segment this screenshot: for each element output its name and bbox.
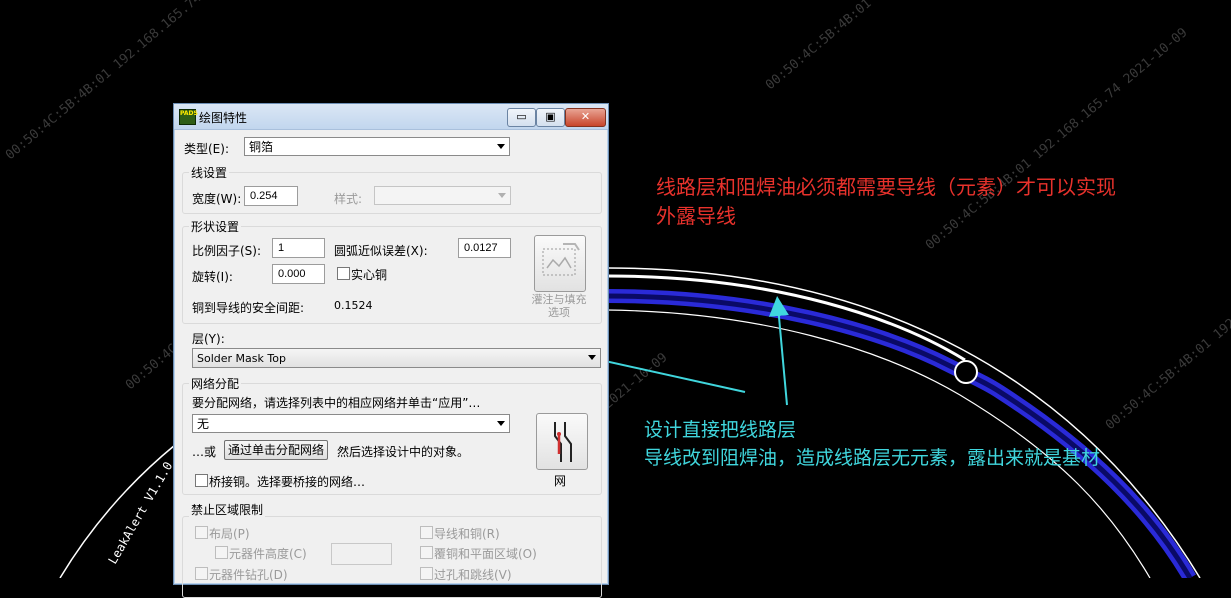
pour-options-label: 灌注与填充 选项 — [527, 293, 591, 319]
annotation-red-line1: 线路层和阻焊油必须都需要导线（元素）才可以实现 — [656, 175, 1116, 199]
net-assign-title: 网络分配 — [189, 375, 242, 392]
chevron-down-icon — [588, 355, 596, 360]
keepout-title: 禁止区域限制 — [189, 501, 266, 518]
type-select-value: 铜箔 — [249, 140, 274, 154]
vias-jumpers-checkbox[interactable] — [420, 567, 433, 580]
width-label: 宽度(W): — [192, 192, 242, 206]
shape-settings-title: 形状设置 — [189, 218, 242, 235]
bridge-copper-label: 桥接铜。选择要桥接的网络… — [209, 475, 366, 489]
annotation-red: 线路层和阻焊油必须都需要导线（元素）才可以实现 外露导线 — [656, 173, 1116, 231]
layer-label: 层(Y): — [192, 332, 225, 346]
arrow-to-trace — [768, 296, 789, 406]
annotation-cyan-line1: 设计直接把线路层 — [644, 419, 797, 441]
net-select[interactable]: 无 — [192, 414, 510, 433]
minimize-button[interactable]: ▭ — [507, 108, 536, 127]
line-settings-title: 线设置 — [189, 164, 230, 181]
then-select-label: 然后选择设计中的对象。 — [337, 445, 470, 459]
drawing-properties-dialog: PADS 绘图特性 ▭ ▣ ✕ 类型(E): 铜箔 线设置 宽度(W): 样式:… — [173, 103, 609, 598]
clearance-value: 0.1524 — [334, 299, 373, 312]
watermark-text: 00:50:4C:5B:4B:01 192.168.165.74 2021-10… — [1103, 205, 1231, 433]
component-height-checkbox[interactable] — [215, 546, 228, 559]
type-select[interactable]: 铜箔 — [244, 137, 510, 156]
watermark-text: 00:50:4C:5B:4B:01 192.168.165.74 2021-10… — [763, 0, 1030, 93]
clearance-label: 铜到导线的安全间距: — [192, 301, 305, 315]
rotation-input[interactable] — [272, 264, 325, 284]
scale-input[interactable] — [272, 238, 325, 258]
pour-options-button[interactable] — [534, 235, 586, 292]
pour-fill-icon — [542, 243, 580, 276]
width-input[interactable] — [244, 186, 298, 206]
net-button-label: 网 — [554, 474, 567, 488]
annotation-red-line2: 外露导线 — [656, 204, 736, 228]
style-label: 样式: — [334, 192, 363, 206]
layer-select-value: Solder Mask Top — [197, 352, 286, 365]
placement-label: 布局(P) — [209, 527, 250, 541]
bridge-copper-checkbox[interactable] — [195, 474, 208, 487]
copper-plane-label: 覆铜和平面区域(O) — [434, 547, 537, 561]
annotation-cyan: 设计直接把线路层 导线改到阻焊油，造成线路层无元素，露出来就是基材 — [644, 416, 1100, 472]
net-assign-instruction: 要分配网络，请选择列表中的相应网络并单击“应用”… — [192, 396, 481, 410]
placement-checkbox[interactable] — [195, 526, 208, 539]
traces-copper-checkbox[interactable] — [420, 526, 433, 539]
scale-label: 比例因子(S): — [192, 244, 262, 258]
arc-error-label: 圆弧近似误差(X): — [334, 244, 428, 258]
annotation-cyan-line2: 导线改到阻焊油，造成线路层无元素，露出来就是基材 — [644, 447, 1101, 469]
component-height-label: 元器件高度(C) — [229, 547, 307, 561]
maximize-button[interactable]: ▣ — [536, 108, 565, 127]
type-label: 类型(E): — [184, 142, 229, 156]
click-assign-net-button[interactable]: 通过单击分配网络 — [224, 440, 328, 460]
layer-select[interactable]: Solder Mask Top — [192, 348, 601, 368]
solid-copper-label: 实心铜 — [351, 268, 388, 282]
chevron-down-icon — [497, 144, 505, 149]
component-height-input[interactable] — [331, 543, 392, 565]
chevron-down-icon — [498, 193, 506, 198]
copper-plane-checkbox[interactable] — [420, 546, 433, 559]
close-button[interactable]: ✕ — [565, 108, 606, 127]
rotation-label: 旋转(I): — [192, 270, 233, 284]
chevron-down-icon — [497, 421, 505, 426]
or-label: …或 — [192, 445, 217, 459]
net-button[interactable] — [536, 413, 588, 470]
component-drill-checkbox[interactable] — [195, 567, 208, 580]
arc-error-input[interactable] — [458, 238, 511, 258]
solid-copper-checkbox[interactable] — [337, 267, 350, 280]
pads-app-icon: PADS — [179, 109, 198, 125]
net-routing-icon — [554, 422, 572, 462]
traces-copper-label: 导线和铜(R) — [434, 527, 500, 541]
net-select-value: 无 — [197, 417, 210, 431]
dialog-titlebar[interactable]: PADS 绘图特性 ▭ ▣ ✕ — [174, 104, 608, 130]
pour-options-label-line2: 选项 — [548, 306, 570, 319]
via — [954, 360, 978, 384]
dialog-title: 绘图特性 — [199, 111, 248, 125]
pour-options-label-line1: 灌注与填充 — [531, 293, 587, 306]
vias-jumpers-label: 过孔和跳线(V) — [434, 568, 512, 582]
style-select[interactable] — [374, 186, 511, 205]
component-drill-label: 元器件钻孔(D) — [209, 568, 288, 582]
